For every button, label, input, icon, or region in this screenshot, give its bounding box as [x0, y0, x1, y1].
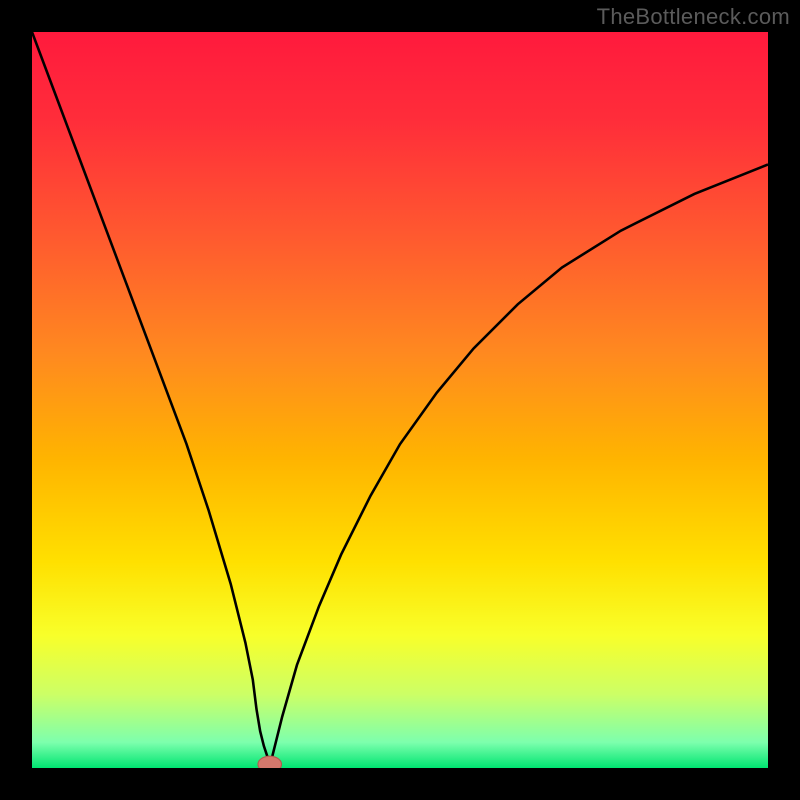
chart-frame: TheBottleneck.com [0, 0, 800, 800]
minimum-marker [258, 756, 282, 768]
gradient-background [32, 32, 768, 768]
attribution-label: TheBottleneck.com [597, 4, 790, 30]
bottleneck-plot [32, 32, 768, 768]
